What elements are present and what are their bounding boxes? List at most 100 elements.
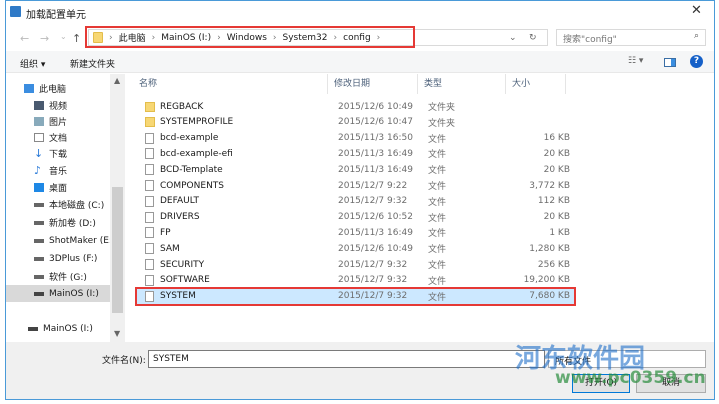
drive-icon — [34, 202, 44, 207]
file-type: 文件 — [428, 166, 447, 177]
file-row[interactable]: REGBACK 2015/12/6 10:49 文件夹 — [137, 99, 574, 114]
file-icon — [145, 274, 154, 286]
recent-dropdown-icon[interactable]: ⌄ — [60, 32, 67, 41]
file-date: 2015/11/3 16:49 — [338, 227, 413, 238]
file-icon — [145, 180, 154, 191]
file-date: 2015/12/7 9:32 — [338, 259, 408, 270]
organize-button[interactable]: 组织 ▾ — [20, 57, 45, 70]
up-icon[interactable]: ↑ — [72, 32, 81, 45]
documents-icon — [34, 133, 44, 142]
file-row[interactable]: SAM 2015/12/6 10:49 文件 1,280 KB — [137, 241, 574, 256]
file-name: SAM — [160, 243, 180, 254]
file-size: 1,280 KB — [529, 243, 570, 254]
file-date: 2015/12/6 10:49 — [338, 101, 413, 112]
close-button[interactable]: ✕ — [691, 3, 702, 18]
file-date: 2015/12/7 9:22 — [338, 180, 408, 191]
folder-icon — [145, 117, 155, 128]
file-type: 文件夹 — [428, 118, 456, 129]
file-date: 2015/11/3 16:49 — [338, 164, 413, 175]
nav-drive-i[interactable]: MainOS (I:) — [6, 285, 110, 302]
download-icon: ↓ — [34, 147, 44, 160]
file-size: 19,200 KB — [523, 275, 570, 286]
file-row[interactable]: SYSTEM 2015/12/7 9:32 文件 7,680 KB — [135, 286, 576, 306]
column-type[interactable]: 类型 — [418, 74, 506, 94]
file-size: 20 KB — [543, 164, 570, 175]
column-size[interactable]: 大小 — [506, 74, 566, 94]
file-type: 文件 — [428, 229, 447, 240]
file-type: 文件 — [428, 134, 447, 145]
file-size: 7,680 KB — [529, 291, 570, 302]
file-date: 2015/12/7 9:32 — [338, 291, 408, 302]
scroll-down-icon[interactable]: ▼ — [114, 329, 120, 338]
refresh-icon[interactable]: ↻ — [529, 33, 537, 43]
file-row[interactable]: BCD-Template 2015/11/3 16:49 文件 20 KB — [137, 162, 574, 177]
file-icon — [145, 290, 154, 302]
folder-icon — [145, 101, 155, 112]
file-row[interactable]: SOFTWARE 2015/12/7 9:32 文件 19,200 KB — [137, 273, 574, 288]
history-dropdown-icon[interactable]: ⌄ — [509, 33, 517, 43]
file-icon — [145, 132, 154, 144]
file-row[interactable]: SECURITY 2015/12/7 9:32 文件 256 KB — [137, 257, 574, 272]
music-icon: ♪ — [34, 164, 42, 177]
file-type: 文件夹 — [428, 103, 456, 113]
file-type: 文件 — [428, 197, 447, 208]
forward-icon[interactable]: → — [40, 32, 49, 45]
file-name: SYSTEM — [160, 291, 196, 302]
file-list: 名称 修改日期 类型 大小 REGBACK 2015/12/6 10:49 文件… — [133, 74, 713, 342]
file-date: 2015/12/7 9:32 — [338, 275, 408, 286]
drive-icon — [34, 291, 44, 296]
file-name: BCD-Template — [160, 164, 223, 175]
file-date: 2015/12/6 10:47 — [338, 117, 413, 128]
scroll-up-icon[interactable]: ▲ — [114, 76, 120, 85]
navigation-pane: 此电脑 视频 图片 文档 ↓ 下载 ♪ 音乐 桌面 本地磁盘 (C:) 新加卷 (D… — [6, 74, 126, 342]
search-icon: ⌕ — [694, 31, 700, 41]
new-folder-button[interactable]: 新建文件夹 — [70, 57, 115, 70]
file-row[interactable]: FP 2015/11/3 16:49 文件 1 KB — [137, 225, 574, 240]
file-size: 20 KB — [543, 148, 570, 159]
nav-this-pc[interactable]: 此电脑 — [24, 80, 124, 97]
file-type: 文件 — [428, 276, 447, 287]
back-icon[interactable]: ← — [20, 32, 29, 45]
file-icon — [145, 243, 154, 255]
file-row[interactable]: bcd-example-efi 2015/11/3 16:49 文件 20 KB — [137, 146, 574, 161]
watermark-url: www.pc0359.cn — [555, 368, 706, 388]
file-date: 2015/11/3 16:49 — [338, 148, 413, 159]
nav-scrollbar-thumb[interactable] — [112, 187, 123, 313]
file-size: 3,772 KB — [529, 180, 570, 191]
file-date: 2015/11/3 16:50 — [338, 133, 413, 144]
pictures-icon — [34, 117, 44, 126]
file-date: 2015/12/6 10:49 — [338, 243, 413, 254]
filename-label: 文件名(N): — [102, 356, 146, 366]
app-icon — [10, 6, 21, 17]
drive-icon — [34, 256, 44, 261]
file-row[interactable]: DEFAULT 2015/12/7 9:32 文件 112 KB — [137, 194, 574, 209]
file-icon — [145, 195, 154, 207]
file-type: 文件 — [428, 213, 447, 224]
file-icon — [145, 259, 154, 270]
file-row[interactable]: SYSTEMPROFILE 2015/12/6 10:47 文件夹 — [137, 115, 574, 130]
column-name[interactable]: 名称 — [133, 74, 328, 94]
file-row[interactable]: bcd-example 2015/11/3 16:50 文件 16 KB — [137, 131, 574, 146]
file-name: DEFAULT — [160, 196, 199, 207]
help-icon[interactable]: ? — [690, 55, 703, 68]
drive-icon — [34, 274, 44, 279]
computer-icon — [24, 84, 34, 93]
file-type: 文件 — [428, 292, 447, 303]
file-size: 20 KB — [543, 212, 570, 223]
drive-icon — [34, 238, 44, 243]
file-name: SYSTEMPROFILE — [160, 117, 234, 128]
file-name: FP — [160, 227, 171, 238]
toolbar: 组织 ▾ 新建文件夹 ☷ ▾ ? — [6, 51, 714, 73]
filename-input[interactable]: SYSTEM — [148, 350, 545, 368]
file-type: 文件 — [428, 245, 447, 256]
file-name: bcd-example — [160, 133, 219, 144]
file-row[interactable]: DRIVERS 2015/12/6 10:52 文件 20 KB — [137, 210, 574, 225]
preview-pane-icon[interactable] — [664, 58, 676, 67]
file-date: 2015/12/6 10:52 — [338, 212, 413, 223]
file-size: 16 KB — [543, 133, 570, 144]
view-options-icon[interactable]: ☷ ▾ — [628, 56, 643, 66]
file-name: COMPONENTS — [160, 180, 225, 191]
column-date[interactable]: 修改日期 — [328, 74, 418, 94]
file-row[interactable]: COMPONENTS 2015/12/7 9:22 文件 3,772 KB — [137, 178, 574, 193]
search-input[interactable]: 搜索"config" — [556, 29, 706, 46]
